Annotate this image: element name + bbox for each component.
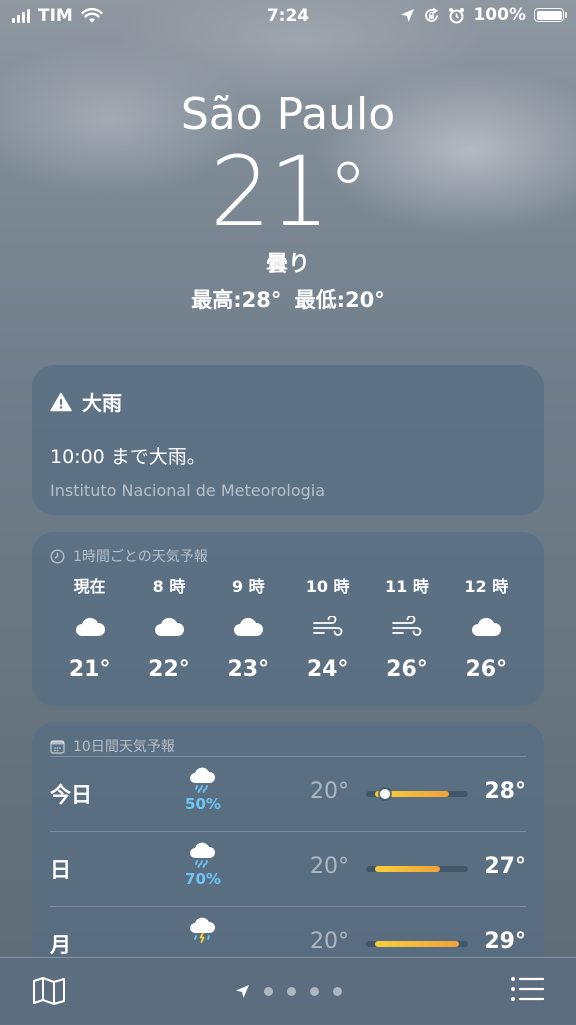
hour-label: 11 時 (385, 577, 429, 596)
page-dot[interactable] (286, 987, 296, 996)
degree-symbol: ° (328, 145, 368, 238)
high-low-text: 最高:28° 最低:20° (191, 288, 385, 312)
hour-temperature: 24° (306, 657, 349, 682)
page-dot[interactable] (309, 987, 319, 996)
hour-label: 9 時 (231, 577, 265, 596)
alarm-clock-icon (449, 7, 465, 23)
current-temperature: 21° (0, 142, 576, 242)
daily-title: 10日間天気予報 (73, 739, 175, 755)
location-arrow-icon (401, 8, 415, 22)
day-high-temp: 29° (484, 929, 526, 954)
precip-chance: 70% (185, 870, 221, 888)
severe-weather-alert-card[interactable]: 大雨 10:00 まで大雨。 Instituto Nacional de Met… (32, 365, 544, 515)
battery-percent: 100% (473, 5, 526, 25)
hour-label: 12 時 (464, 577, 509, 596)
hourly-title: 1時間ごとの天気予報 (73, 549, 208, 565)
current-temp-dot (379, 789, 390, 799)
hour-label: 10 時 (305, 577, 350, 596)
wind-icon (312, 616, 343, 636)
temp-range-fill (375, 866, 441, 872)
location-arrow-icon[interactable] (235, 984, 250, 999)
cloud-rain-icon (190, 842, 216, 868)
page-dot[interactable] (263, 987, 273, 996)
cloud-icon (472, 617, 502, 636)
cloud-bolt-rain-icon (190, 917, 216, 943)
hourly-item: 11 時 26° (367, 572, 446, 688)
cloud-rain-icon (190, 767, 216, 793)
day-high-temp: 27° (484, 854, 526, 879)
day-name: 今日 (50, 783, 92, 807)
battery-icon (534, 8, 567, 22)
cloud-icon (234, 617, 264, 636)
temp-range-bar (366, 941, 468, 947)
precip-chance: 50% (185, 795, 221, 813)
temp-range-bar (366, 866, 468, 872)
day-low-temp: 20° (310, 854, 349, 879)
hour-temperature: 23° (227, 657, 270, 682)
hour-temperature: 22° (148, 657, 190, 682)
hourly-list: 現在 21° 8 時 22° 9 時 23° 10 時 24° 11 時 26°… (50, 572, 526, 688)
hourly-item: 10 時 24° (288, 572, 367, 688)
alert-source: Instituto Nacional de Meteorologia (50, 481, 326, 500)
hour-label: 現在 (73, 577, 106, 596)
hourly-section-title: 1時間ごとの天気予報 (50, 546, 526, 566)
bottom-toolbar (0, 957, 576, 1025)
page-dot[interactable] (332, 987, 342, 996)
hour-temperature: 26° (386, 657, 428, 682)
daily-row[interactable]: 日 70% 20° 27° (50, 831, 526, 906)
hour-temperature: 26° (465, 657, 508, 682)
cloud-icon (75, 617, 105, 636)
list-icon[interactable] (510, 976, 544, 1002)
hourly-item: 9 時 23° (209, 572, 288, 688)
current-weather-header: São Paulo 21° 曇り 最高:28° 最低:20° (0, 88, 576, 314)
status-right: 100% (400, 5, 567, 25)
day-low-temp: 20° (310, 779, 349, 804)
condition-text: 曇り (265, 252, 310, 277)
hourly-item: 8 時 22° (129, 572, 208, 688)
wind-icon (392, 616, 422, 636)
day-name: 日 (50, 858, 71, 882)
daily-row[interactable]: 今日 50% 20° 28° (50, 756, 526, 831)
temp-range-bar (366, 789, 468, 799)
hourly-item: 12 時 26° (447, 572, 526, 688)
temp-range-fill (375, 941, 459, 947)
alert-title-row: 大雨 (50, 387, 526, 416)
hour-temperature: 21° (68, 657, 111, 682)
page-indicator[interactable] (0, 984, 576, 999)
alert-title: 大雨 (82, 391, 122, 415)
cloud-icon (154, 617, 185, 636)
day-name: 月 (50, 933, 71, 957)
warning-triangle-icon (50, 392, 72, 411)
city-name: São Paulo (180, 89, 396, 140)
status-bar: TIM 7:24 100% (0, 0, 576, 32)
orientation-lock-icon (425, 7, 439, 22)
alert-message: 10:00 まで大雨。 (50, 446, 206, 468)
hour-label: 8 時 (152, 577, 186, 596)
hourly-forecast-card[interactable]: 1時間ごとの天気予報 現在 21° 8 時 22° 9 時 23° 10 時 2… (32, 532, 544, 706)
calendar-icon (50, 739, 65, 754)
temperature-value: 21 (209, 136, 330, 248)
day-high-temp: 28° (484, 779, 526, 804)
daily-section-title: 10日間天気予報 (50, 736, 526, 756)
hourly-item: 現在 21° (50, 572, 129, 688)
day-low-temp: 20° (310, 929, 349, 954)
clock-icon (50, 548, 65, 564)
